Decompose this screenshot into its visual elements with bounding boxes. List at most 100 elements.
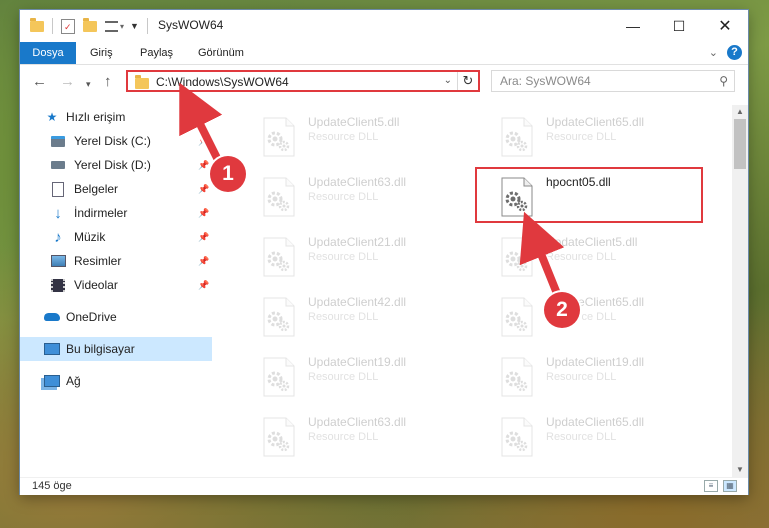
help-icon[interactable]: ?	[727, 45, 742, 60]
navigation-bar: ← → ▾ ↑ C:\Windows\SysWOW64 ⌄ ↻ Ara: Sys…	[20, 65, 748, 99]
file-name: UpdateClient63.dll	[308, 415, 407, 429]
sidebar-item-label: Resimler	[74, 254, 122, 268]
music-icon: ♪	[54, 228, 62, 246]
pin-icon[interactable]: 📌	[198, 136, 209, 147]
back-arrow-icon[interactable]: ←	[32, 74, 47, 89]
large-icons-view-icon[interactable]: ▦	[723, 480, 737, 492]
sidebar-item-label: OneDrive	[66, 310, 117, 324]
file-type: Resource DLL	[308, 371, 379, 383]
vertical-scrollbar[interactable]: ▲ ▼	[732, 105, 748, 477]
drive-icon	[50, 157, 66, 173]
scroll-down-icon[interactable]: ▼	[732, 463, 748, 477]
dll-file-icon	[262, 117, 296, 157]
sidebar-item-label: Yerel Disk (C:)	[74, 134, 151, 148]
file-name: UpdateClient21.dll	[308, 235, 407, 249]
sidebar-item-onedrive[interactable]: OneDrive	[20, 305, 212, 329]
sidebar-item-downloads[interactable]: ↓ İndirmeler 📌	[20, 201, 212, 225]
toolbar-divider	[52, 18, 53, 34]
new-folder-icon[interactable]	[83, 17, 97, 32]
window-title: SysWOW64	[158, 18, 224, 32]
file-item[interactable]: UpdateClient63.dll Resource DLL	[254, 173, 474, 225]
file-type: Resource DLL	[308, 431, 379, 443]
sidebar-item-label: Hızlı erişim	[66, 110, 126, 124]
address-bar[interactable]: C:\Windows\SysWOW64 ⌄ ↻	[126, 70, 480, 92]
file-item[interactable]: UpdateClient19.dll Resource DLL	[492, 353, 712, 405]
pin-icon[interactable]: 📌	[198, 232, 209, 243]
customize-view-icon[interactable]	[105, 20, 118, 32]
tab-view[interactable]: Görünüm	[188, 42, 254, 64]
tab-file[interactable]: Dosya	[20, 42, 76, 64]
file-item[interactable]: UpdateClient5.dll Resource DLL	[254, 113, 474, 165]
file-name: UpdateClient5.dll	[546, 235, 638, 249]
quick-access-toolbar: ✓ ▾ ▼	[30, 17, 148, 34]
sidebar-item-music[interactable]: ♪ Müzik 📌	[20, 225, 212, 249]
file-list: UpdateClient5.dll Resource DLL UpdateClien…	[232, 105, 732, 477]
folder-icon	[135, 75, 149, 89]
close-button[interactable]: ✕	[702, 10, 748, 42]
properties-icon[interactable]: ✓	[61, 18, 75, 34]
dll-file-icon	[262, 417, 296, 457]
file-item[interactable]: UpdateClient5.dll Resource DLL	[492, 233, 712, 285]
sidebar-item-pictures[interactable]: Resimler 📌	[20, 249, 212, 273]
status-bar: 145 öge ≡ ▦	[20, 477, 748, 495]
sidebar-item-local-disk-c[interactable]: Yerel Disk (C:) 📌	[20, 129, 212, 153]
file-item[interactable]: UpdateClient65.dll Resource DLL	[492, 113, 712, 165]
sidebar-item-this-pc[interactable]: Bu bilgisayar	[20, 337, 212, 361]
search-input[interactable]: Ara: SysWOW64 ⚲	[491, 70, 735, 92]
search-placeholder: Ara: SysWOW64	[500, 74, 591, 88]
file-name: UpdateClient65.dll	[546, 415, 645, 429]
sidebar-item-quick-access[interactable]: ★ Hızlı erişim	[20, 105, 212, 129]
scrollbar-thumb[interactable]	[734, 119, 746, 169]
file-type: Resource DLL	[308, 311, 379, 323]
star-icon: ★	[46, 110, 58, 124]
pin-icon[interactable]: 📌	[198, 184, 209, 195]
dll-file-icon	[262, 297, 296, 337]
step-badge-2: 2	[544, 292, 580, 328]
sidebar-item-label: Videolar	[74, 278, 118, 292]
recent-locations-chevron-icon[interactable]: ▾	[86, 77, 91, 92]
expand-ribbon-icon[interactable]: ⌄	[709, 46, 718, 59]
chevron-down-icon[interactable]: ▾	[120, 22, 124, 31]
tab-home[interactable]: Giriş	[80, 42, 123, 64]
file-type: Resource DLL	[546, 251, 617, 263]
up-arrow-icon[interactable]: ↑	[104, 74, 112, 89]
file-item[interactable]: UpdateClient65.dll Resource DLL	[492, 413, 712, 465]
pin-icon[interactable]: 📌	[198, 160, 209, 171]
picture-icon	[50, 253, 66, 269]
pin-icon[interactable]: 📌	[198, 208, 209, 219]
pin-icon[interactable]: 📌	[198, 280, 209, 291]
search-icon: ⚲	[719, 74, 728, 88]
sidebar-item-local-disk-d[interactable]: Yerel Disk (D:) 📌	[20, 153, 212, 177]
sidebar-item-videos[interactable]: Videolar 📌	[20, 273, 212, 297]
file-name: UpdateClient19.dll	[308, 355, 407, 369]
forward-arrow-icon[interactable]: →	[60, 74, 75, 89]
sidebar-item-label: Ağ	[66, 374, 81, 388]
details-view-icon[interactable]: ≡	[704, 480, 718, 492]
pin-icon[interactable]: 📌	[198, 256, 209, 267]
download-icon: ↓	[54, 204, 62, 222]
sidebar-item-label: Yerel Disk (D:)	[74, 158, 151, 172]
file-name: UpdateClient42.dll	[308, 295, 407, 309]
file-item[interactable]: UpdateClient21.dll Resource DLL	[254, 233, 474, 285]
document-icon	[50, 181, 66, 197]
ribbon-tabs: Dosya Giriş Paylaş Görünüm ⌄ ?	[20, 42, 748, 65]
sidebar-item-documents[interactable]: Belgeler 📌	[20, 177, 212, 201]
tab-share[interactable]: Paylaş	[130, 42, 183, 64]
sidebar-item-label: Bu bilgisayar	[66, 342, 135, 356]
video-icon	[50, 277, 66, 293]
file-item[interactable]: UpdateClient19.dll Resource DLL	[254, 353, 474, 405]
maximize-button[interactable]: ☐	[656, 10, 702, 42]
customize-quick-access-icon[interactable]: ▼	[130, 21, 139, 31]
dll-file-icon	[500, 117, 534, 157]
file-highlight-box	[475, 167, 703, 223]
scroll-up-icon[interactable]: ▲	[732, 105, 748, 119]
file-type: Resource DLL	[546, 431, 617, 443]
sidebar-item-network[interactable]: Ağ	[20, 369, 212, 393]
file-item[interactable]: UpdateClient42.dll Resource DLL	[254, 293, 474, 345]
file-item[interactable]: UpdateClient65.dll Resource DLL	[492, 293, 712, 345]
chevron-down-icon[interactable]: ⌄	[444, 75, 452, 86]
minimize-button[interactable]: —	[610, 10, 656, 42]
item-count: 145 öge	[32, 480, 72, 492]
refresh-icon[interactable]: ↻	[457, 72, 478, 90]
file-item[interactable]: UpdateClient63.dll Resource DLL	[254, 413, 474, 465]
